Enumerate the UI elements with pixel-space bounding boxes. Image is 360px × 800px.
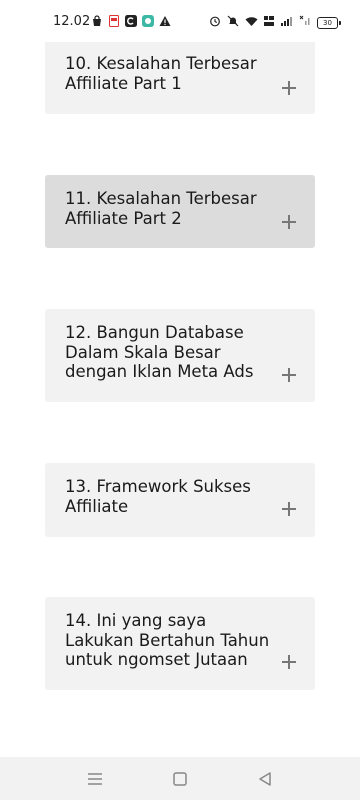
warning-icon (159, 14, 171, 26)
lesson-card-12[interactable]: 12. Bangun Database Dalam Skala Besar de… (45, 309, 315, 402)
signal-icon (281, 14, 293, 32)
lesson-title: 13. Framework Sukses Affiliate (65, 477, 251, 516)
lesson-list: 10. Kesalahan Terbesar Affiliate Part 1 … (0, 0, 360, 757)
home-icon[interactable] (170, 769, 190, 789)
plus-icon[interactable] (281, 654, 297, 670)
lesson-card-14[interactable]: 14. Ini yang saya Lakukan Bertahun Tahun… (45, 597, 315, 690)
lesson-title: 14. Ini yang saya Lakukan Bertahun Tahun… (65, 611, 270, 669)
wifi-icon (245, 14, 258, 32)
plus-icon[interactable] (281, 80, 297, 96)
menu-icon[interactable] (85, 769, 105, 789)
signal-x-icon (299, 14, 311, 32)
lesson-title: 12. Bangun Database Dalam Skala Besar de… (65, 323, 254, 381)
lesson-title: 11. Kesalahan Terbesar Affiliate Part 2 (65, 189, 257, 228)
status-time: 12.02 (53, 14, 91, 29)
plus-icon[interactable] (281, 367, 297, 383)
lesson-card-10[interactable]: 10. Kesalahan Terbesar Affiliate Part 1 (45, 40, 315, 114)
plus-icon[interactable] (281, 501, 297, 517)
battery-icon: 30 (317, 17, 341, 29)
lesson-title: 10. Kesalahan Terbesar Affiliate Part 1 (65, 54, 257, 93)
chat-icon (142, 14, 154, 27)
system-icons: 30 (209, 14, 341, 32)
notification-icons (91, 14, 171, 27)
lesson-card-13[interactable]: 13. Framework Sukses Affiliate (45, 463, 315, 537)
mute-icon (227, 14, 239, 32)
back-icon[interactable] (255, 769, 275, 789)
lesson-card-11[interactable]: 11. Kesalahan Terbesar Affiliate Part 2 (45, 175, 315, 248)
plus-icon[interactable] (281, 214, 297, 230)
volte-icon (264, 14, 275, 32)
c-app-icon (125, 14, 137, 27)
shopping-bag-icon (91, 14, 103, 26)
pdf-icon (108, 14, 120, 27)
status-bar: 12.02 30 (0, 0, 360, 42)
navigation-bar (0, 757, 360, 800)
alarm-icon (209, 14, 221, 32)
